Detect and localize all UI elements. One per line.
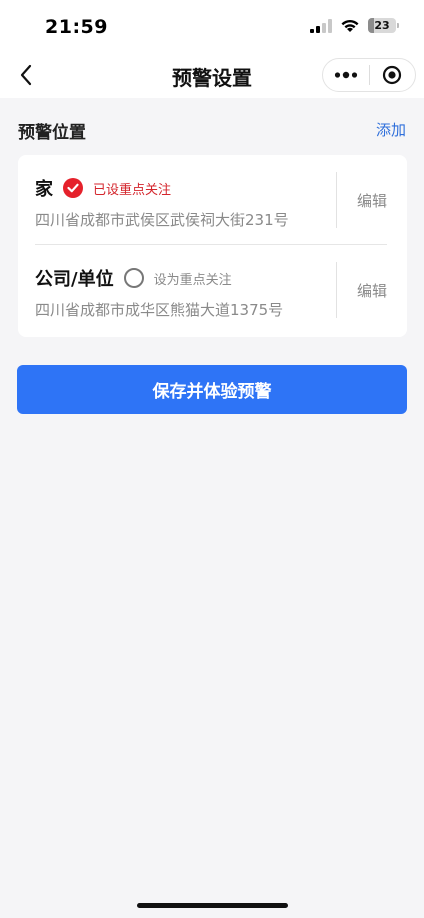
location-header: 家 已设重点关注 <box>35 175 171 201</box>
location-item-work: 公司/单位 设为重点关注 四川省成都市成华区熊猫大道1375号 编辑 <box>18 245 407 335</box>
wifi-icon <box>341 19 359 32</box>
location-address: 四川省成都市武侯区武侯祠大街231号 <box>35 211 289 229</box>
save-and-try-button[interactable]: 保存并体验预警 <box>17 365 407 414</box>
home-indicator <box>137 903 288 908</box>
location-header: 公司/单位 设为重点关注 <box>35 265 232 291</box>
status-icons: 23 <box>310 18 399 33</box>
mini-program-capsule <box>322 58 416 92</box>
focus-unchecked-radio[interactable] <box>123 268 144 288</box>
section-title: 预警位置 <box>18 123 86 143</box>
focus-status-label: 设为重点关注 <box>153 272 232 288</box>
add-location-link[interactable]: 添加 <box>376 119 406 140</box>
cellular-signal-icon <box>310 18 332 33</box>
locations-card: 家 已设重点关注 四川省成都市武侯区武侯祠大街231号 编辑 公司/单位 设为重… <box>18 155 407 337</box>
edit-button-home[interactable]: 编辑 <box>337 172 407 228</box>
more-button[interactable] <box>323 59 369 91</box>
status-time: 21:59 <box>45 16 108 38</box>
battery-level: 23 <box>374 19 390 32</box>
close-button[interactable] <box>370 59 416 91</box>
section-header: 预警位置 添加 <box>18 118 406 143</box>
nav-bar: 预警设置 <box>0 52 424 98</box>
location-name: 家 <box>35 179 53 200</box>
status-bar: 21:59 23 <box>0 0 424 52</box>
location-name: 公司/单位 <box>35 269 114 290</box>
target-close-icon <box>383 65 402 85</box>
focus-checked-icon[interactable] <box>63 178 83 198</box>
more-dots-icon <box>334 71 357 79</box>
checkmark-icon <box>67 183 79 193</box>
location-item-home: 家 已设重点关注 四川省成都市武侯区武侯祠大街231号 编辑 <box>18 155 407 245</box>
focus-status-label: 已设重点关注 <box>93 182 172 198</box>
battery-icon: 23 <box>368 18 399 33</box>
location-address: 四川省成都市成华区熊猫大道1375号 <box>35 301 284 319</box>
edit-button-work[interactable]: 编辑 <box>337 262 407 318</box>
